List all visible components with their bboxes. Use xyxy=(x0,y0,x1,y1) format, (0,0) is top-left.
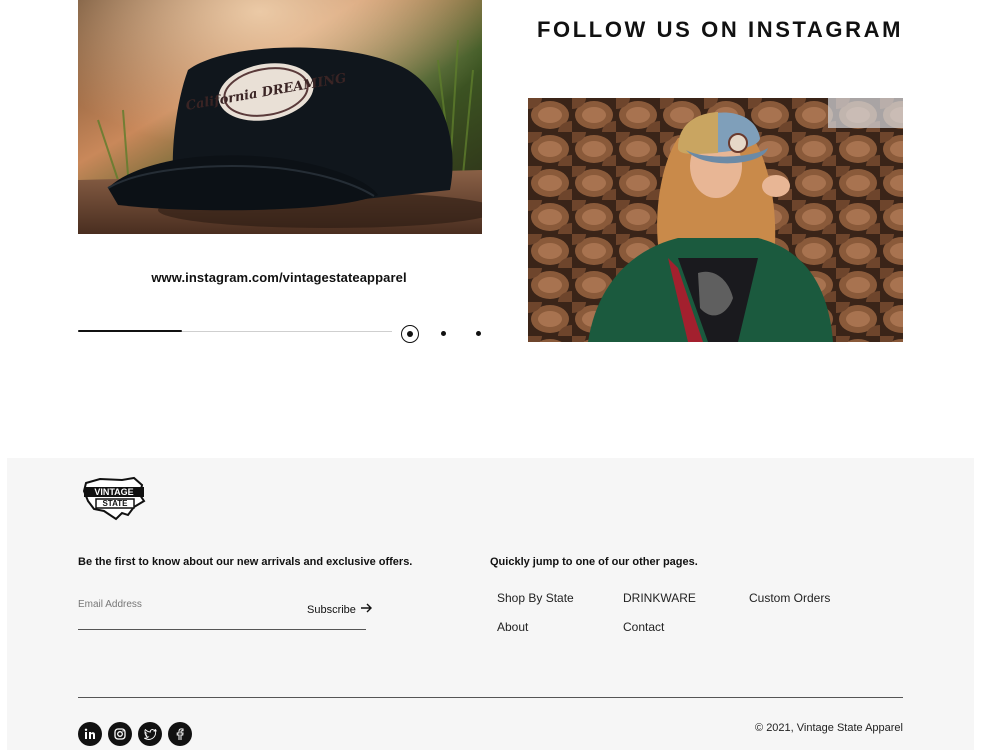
linkedin-icon[interactable] xyxy=(78,722,102,746)
slide-dot-3[interactable] xyxy=(476,331,481,336)
slide-dot-1-active[interactable] xyxy=(401,325,419,343)
slider-progress-bar xyxy=(78,330,392,332)
instagram-heading: FOLLOW US ON INSTAGRAM xyxy=(537,17,903,42)
vintage-state-logo[interactable]: VINTAGE STATE xyxy=(82,475,148,521)
footer-link-about[interactable]: About xyxy=(497,620,528,634)
links-heading: Quickly jump to one of our other pages. xyxy=(490,556,698,568)
twitter-icon[interactable] xyxy=(138,722,162,746)
slider-progress-fill xyxy=(78,330,182,332)
footer-link-custom-orders[interactable]: Custom Orders xyxy=(749,591,830,605)
subscribe-label: Subscribe xyxy=(307,603,356,616)
footer-link-shop-by-state[interactable]: Shop By State xyxy=(497,591,574,605)
footer-link-drinkware[interactable]: DRINKWARE xyxy=(623,591,696,605)
svg-text:VINTAGE: VINTAGE xyxy=(94,487,133,497)
instagram-icon[interactable] xyxy=(108,722,132,746)
footer-divider xyxy=(78,697,903,698)
woman-photo[interactable] xyxy=(528,98,903,342)
arrow-right-icon xyxy=(360,603,373,616)
copyright-text: © 2021, Vintage State Apparel xyxy=(755,722,903,734)
facebook-icon[interactable] xyxy=(168,722,192,746)
site-footer: VINTAGE STATE Be the first to know about… xyxy=(7,458,974,750)
email-underline xyxy=(78,629,366,630)
svg-text:STATE: STATE xyxy=(102,499,128,508)
email-input[interactable] xyxy=(78,599,278,610)
footer-link-contact[interactable]: Contact xyxy=(623,620,664,634)
slide-dot-2[interactable] xyxy=(441,331,446,336)
instagram-url[interactable]: www.instagram.com/vintagestateapparel xyxy=(78,270,480,285)
newsletter-heading: Be the first to know about our new arriv… xyxy=(78,556,413,568)
subscribe-button[interactable]: Subscribe xyxy=(307,603,373,616)
hat-photo[interactable]: California DREAMING xyxy=(78,0,482,234)
